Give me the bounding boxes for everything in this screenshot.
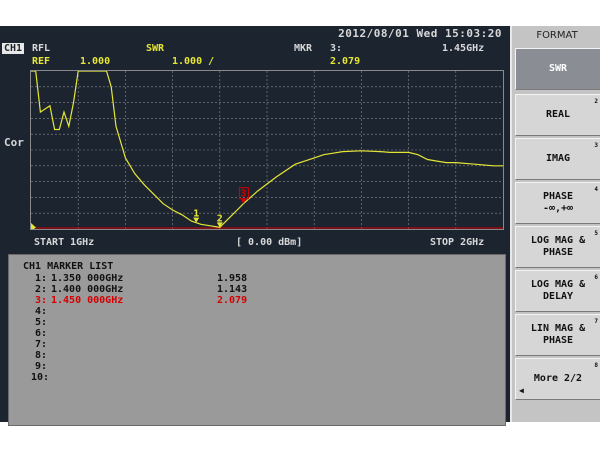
marker-row-value: 1.958: [217, 273, 248, 284]
marker-row: 6:: [9, 328, 489, 339]
marker-row: 2: 1.400 000GHz 1.143: [9, 284, 489, 295]
marker-row-number: 1:: [34, 273, 47, 284]
marker-row-frequency: 1.350 000GHz: [51, 273, 124, 284]
marker-row: 7:: [9, 339, 489, 350]
softkey-panel: FORMAT SWR REAL 2 IMAG 3 PHASE -∞,+∞ 4 LOG MAG …: [510, 26, 600, 422]
marker-label: MKR: [294, 43, 313, 54]
softkey-label: IMAG: [545, 153, 571, 164]
softkey-label: SWR: [548, 63, 568, 74]
frequency-axis: START 1GHz [ 0.00 dBm] STOP 2GHz: [30, 237, 504, 250]
back-arrow-icon: ◀: [519, 386, 524, 395]
softkey-number: 3: [594, 142, 598, 149]
marker-1-label: 1: [193, 209, 199, 220]
softkey-label: LOG MAG & DELAY: [530, 279, 586, 302]
scale-value: 1.000 /: [172, 56, 215, 67]
marker-row-number: 5:: [34, 317, 47, 328]
marker-row-number: 9:: [34, 361, 47, 372]
trace-svg: 1 2 3: [31, 71, 503, 229]
marker-list-panel: CH1 MARKER LIST 1: 1.350 000GHz 1.958 2: 1.4…: [8, 254, 506, 426]
softkey-label: PHASE -∞,+∞: [542, 191, 574, 214]
marker-row-number: 3:: [34, 295, 47, 306]
marker-row-frequency: 1.400 000GHz: [51, 284, 124, 295]
channel-tag: CH1: [2, 43, 25, 54]
marker-row-number: 4:: [34, 306, 47, 317]
marker-row: 3: 1.450 000GHz 2.079: [9, 295, 489, 306]
marker-list-title: CH1 MARKER LIST: [23, 261, 114, 272]
marker-row-frequency: 1.450 000GHz: [51, 295, 124, 306]
marker-row-number: 6:: [34, 328, 47, 339]
ref-label: REF: [32, 56, 51, 67]
softkey-log-mag-delay[interactable]: LOG MAG & DELAY 6: [515, 270, 600, 312]
softkey-imag[interactable]: IMAG 3: [515, 138, 600, 180]
marker-value: 2.079: [330, 56, 361, 67]
marker-id: 3:: [330, 43, 343, 54]
marker-row: 9:: [9, 361, 489, 372]
softkey-number: 7: [594, 318, 598, 325]
marker-row: 5:: [9, 317, 489, 328]
marker-row: 1: 1.350 000GHz 1.958: [9, 273, 489, 284]
softkey-number: 6: [594, 274, 598, 281]
softkey-label: LOG MAG & PHASE: [530, 235, 586, 258]
marker-3-label: 3: [240, 189, 246, 200]
menu-title: FORMAT: [536, 30, 578, 41]
softkey-label: More 2/2: [533, 373, 583, 384]
softkey-real[interactable]: REAL 2: [515, 94, 600, 136]
marker-row-value: 1.143: [217, 284, 248, 295]
marker-row-number: 2:: [34, 284, 47, 295]
softkey-number: 8: [594, 362, 598, 369]
softkey-number: 4: [594, 186, 598, 193]
marker-frequency: 1.45GHz: [442, 43, 485, 54]
marker-row-number: 8:: [34, 350, 47, 361]
softkey-label: REAL: [545, 109, 571, 120]
measurement-label: RFL: [32, 43, 51, 54]
correction-label: Cor: [4, 136, 24, 149]
marker-row: 4:: [9, 306, 489, 317]
softkey-phase[interactable]: PHASE -∞,+∞ 4: [515, 182, 600, 224]
analyzer-screen: 2012/08/01 Wed 15:03:20 CH1 RFL SWR MKR …: [0, 26, 600, 426]
source-power: [ 0.00 dBm]: [236, 237, 303, 248]
marker-row-value: 2.079: [217, 295, 248, 306]
marker-row-number: 10:: [31, 372, 50, 383]
marker-row-number: 7:: [34, 339, 47, 350]
marker-row: 10:: [9, 372, 489, 383]
softkey-number: 5: [594, 230, 598, 237]
datetime-display: 2012/08/01 Wed 15:03:20: [338, 27, 502, 40]
trace-plot[interactable]: 1 2 3: [30, 70, 504, 230]
softkey-number: 2: [594, 98, 598, 105]
marker-2-label: 2: [217, 213, 223, 224]
softkey-lin-mag-phase[interactable]: LIN MAG & PHASE 7: [515, 314, 600, 356]
start-frequency: START 1GHz: [34, 237, 95, 248]
stop-frequency: STOP 2GHz: [430, 237, 485, 248]
softkey-swr[interactable]: SWR: [515, 48, 600, 90]
ref-value: 1.000: [80, 56, 111, 67]
marker-row: 8:: [9, 350, 489, 361]
softkey-log-mag-phase[interactable]: LOG MAG & PHASE 5: [515, 226, 600, 268]
softkey-label: LIN MAG & PHASE: [530, 323, 586, 346]
softkey-more-2-2[interactable]: More 2/2 8 ◀: [515, 358, 600, 400]
format-label: SWR: [146, 43, 165, 54]
status-bar: 2012/08/01 Wed 15:03:20: [0, 26, 510, 40]
